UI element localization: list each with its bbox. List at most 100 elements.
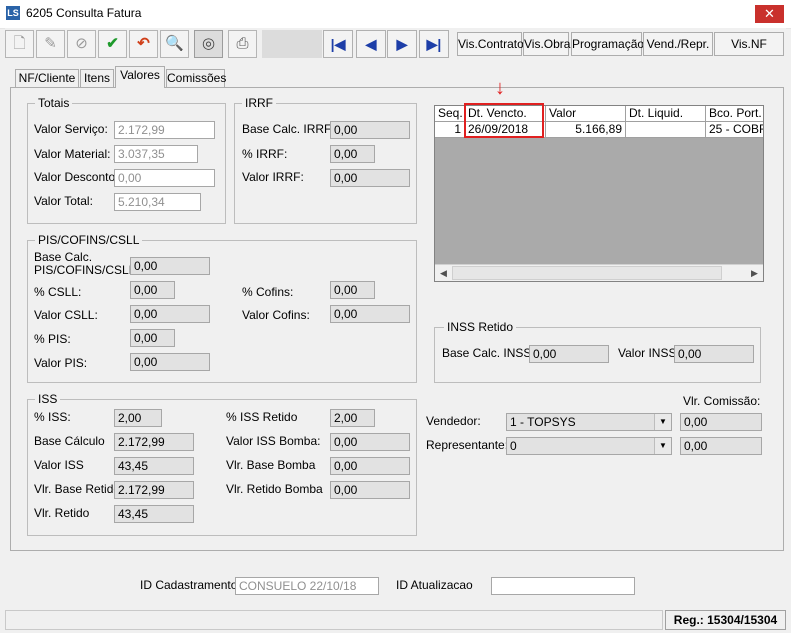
vlr-comissao-label: Vlr. Comissão:	[683, 394, 761, 408]
id-atualizacao-label: ID Atualizacao	[396, 578, 473, 592]
vlr-base-bomba-field[interactable]: 0,00	[330, 457, 410, 475]
window-title: 6205 Consulta Fatura	[26, 6, 142, 20]
valor-irrf-label: Valor IRRF:	[242, 170, 304, 184]
vend-repr-button[interactable]: Vend./Repr.	[643, 32, 713, 56]
scroll-right-icon[interactable]: ▶	[746, 265, 763, 281]
vlr-base-retido-label: Vlr. Base Retido	[34, 482, 121, 496]
next-record-button[interactable]: ▶	[387, 30, 417, 58]
tab-comissoes[interactable]: Comissões	[166, 69, 226, 87]
vlr-retido-bomba-field[interactable]: 0,00	[330, 481, 410, 499]
highlight-box	[464, 103, 544, 138]
valor-csll-field[interactable]: 0,00	[130, 305, 210, 323]
tab-itens[interactable]: Itens	[80, 69, 114, 87]
valor-material-field[interactable]: 3.037,35	[114, 145, 198, 163]
vendedor-value: 1 - TOPSYS	[510, 415, 576, 429]
valor-total-field[interactable]: 5.210,34	[114, 193, 201, 211]
vlr-retido-bomba-label: Vlr. Retido Bomba	[226, 482, 323, 496]
base-inss-field[interactable]: 0,00	[529, 345, 609, 363]
chevron-down-icon[interactable]: ▼	[654, 414, 671, 430]
valor-inss-field[interactable]: 0,00	[674, 345, 754, 363]
valor-csll-label: Valor CSLL:	[34, 308, 98, 322]
prev-record-button[interactable]: ◀	[356, 30, 386, 58]
delete-button[interactable]: ⊘	[67, 30, 96, 58]
col-header-dt-liquid[interactable]: Dt. Liquid.	[626, 106, 706, 122]
col-header-bco-port[interactable]: Bco. Port.	[706, 106, 763, 122]
scroll-left-icon[interactable]: ◀	[435, 265, 452, 281]
col-header-seq[interactable]: Seq.	[435, 106, 465, 122]
pct-csll-label: % CSLL:	[34, 285, 82, 299]
valor-total-label: Valor Total:	[34, 194, 93, 208]
close-button[interactable]: ✕	[755, 5, 784, 23]
scroll-thumb[interactable]	[452, 266, 722, 280]
first-record-button[interactable]: |◀	[323, 30, 353, 58]
cell-bco-port[interactable]: 25 - COBRA	[706, 122, 763, 138]
valor-iss-field[interactable]: 43,45	[114, 457, 194, 475]
vendedor-comissao-field[interactable]: 0,00	[680, 413, 762, 431]
valor-desconto-label: Valor Desconto:	[34, 170, 119, 184]
arrow-down-icon: ↓	[495, 77, 505, 99]
totais-legend: Totais	[35, 96, 73, 110]
base-irrf-field[interactable]: 0,00	[330, 121, 410, 139]
tab-nf-cliente[interactable]: NF/Cliente	[15, 69, 79, 87]
grid-hscrollbar[interactable]: ◀ ▶	[435, 264, 763, 281]
cell-seq[interactable]: 1	[435, 122, 465, 138]
status-bar	[5, 610, 663, 630]
programacao-button[interactable]: Programação	[571, 32, 644, 56]
valor-servico-field[interactable]: 2.172,99	[114, 121, 215, 139]
base-calculo-field[interactable]: 2.172,99	[114, 433, 194, 451]
id-cadastramento-field[interactable]: CONSUELO 22/10/18	[235, 577, 379, 595]
representante-label: Representante:	[426, 438, 509, 452]
last-record-button[interactable]: ▶|	[419, 30, 449, 58]
col-header-valor[interactable]: Valor	[546, 106, 626, 122]
confirm-button[interactable]: ✔	[98, 30, 127, 58]
pct-cofins-field[interactable]: 0,00	[330, 281, 375, 299]
pis-legend: PIS/COFINS/CSLL	[35, 233, 143, 247]
base-pis-label-1: Base Calc.	[34, 250, 93, 264]
print-icon: ⎙	[236, 35, 249, 52]
cell-valor[interactable]: 5.166,89	[546, 122, 626, 138]
valor-irrf-field[interactable]: 0,00	[330, 169, 410, 187]
vlr-retido-label: Vlr. Retido	[34, 506, 90, 520]
cell-dt-liquid[interactable]	[626, 122, 706, 138]
valor-cofins-field[interactable]: 0,00	[330, 305, 410, 323]
vendedor-select[interactable]: 1 - TOPSYS ▼	[506, 413, 672, 431]
base-pis-field[interactable]: 0,00	[130, 257, 210, 275]
tab-valores[interactable]: Valores	[115, 66, 165, 88]
vis-obra-button[interactable]: Vis.Obra	[523, 32, 570, 56]
tape-icon: ◎	[201, 35, 216, 52]
delete-icon: ⊘	[75, 35, 88, 52]
base-pis-label-2: PIS/COFINS/CSLL	[34, 263, 136, 277]
vis-nf-button[interactable]: Vis.NF	[714, 32, 784, 56]
base-calculo-label: Base Cálculo	[34, 434, 105, 448]
edit-button[interactable]: ✎	[36, 30, 65, 58]
undo-icon: ↶	[137, 35, 150, 52]
representante-comissao-field[interactable]: 0,00	[680, 437, 762, 455]
vlr-retido-field[interactable]: 43,45	[114, 505, 194, 523]
valor-pis-field[interactable]: 0,00	[130, 353, 210, 371]
valor-desconto-field[interactable]: 0,00	[114, 169, 215, 187]
pct-iss-retido-field[interactable]: 2,00	[330, 409, 375, 427]
base-inss-label: Base Calc. INSS	[442, 346, 532, 360]
app-icon: LS	[6, 6, 20, 20]
irrf-legend: IRRF	[242, 96, 276, 110]
representante-select[interactable]: 0 ▼	[506, 437, 672, 455]
pct-iss-retido-label: % ISS Retido	[226, 410, 298, 424]
pct-irrf-field[interactable]: 0,00	[330, 145, 375, 163]
vis-contrato-button[interactable]: Vis.Contrato	[457, 32, 524, 56]
pct-iss-field[interactable]: 2,00	[114, 409, 162, 427]
new-button[interactable]: 🗋	[5, 30, 34, 58]
pct-irrf-label: % IRRF:	[242, 147, 288, 161]
tape-button[interactable]: ◎	[194, 30, 223, 58]
representante-value: 0	[510, 439, 517, 453]
chevron-down-icon[interactable]: ▼	[654, 438, 671, 454]
pct-csll-field[interactable]: 0,00	[130, 281, 175, 299]
id-atualizacao-field[interactable]	[491, 577, 635, 595]
valor-iss-bomba-field[interactable]: 0,00	[330, 433, 410, 451]
pct-pis-field[interactable]: 0,00	[130, 329, 175, 347]
confirm-icon: ✔	[106, 35, 119, 52]
search-button[interactable]: 🔍	[160, 30, 189, 58]
vlr-base-retido-field[interactable]: 2.172,99	[114, 481, 194, 499]
print-button[interactable]: ⎙	[228, 30, 257, 58]
undo-button[interactable]: ↶	[129, 30, 158, 58]
toolbar-spacer	[262, 30, 322, 58]
